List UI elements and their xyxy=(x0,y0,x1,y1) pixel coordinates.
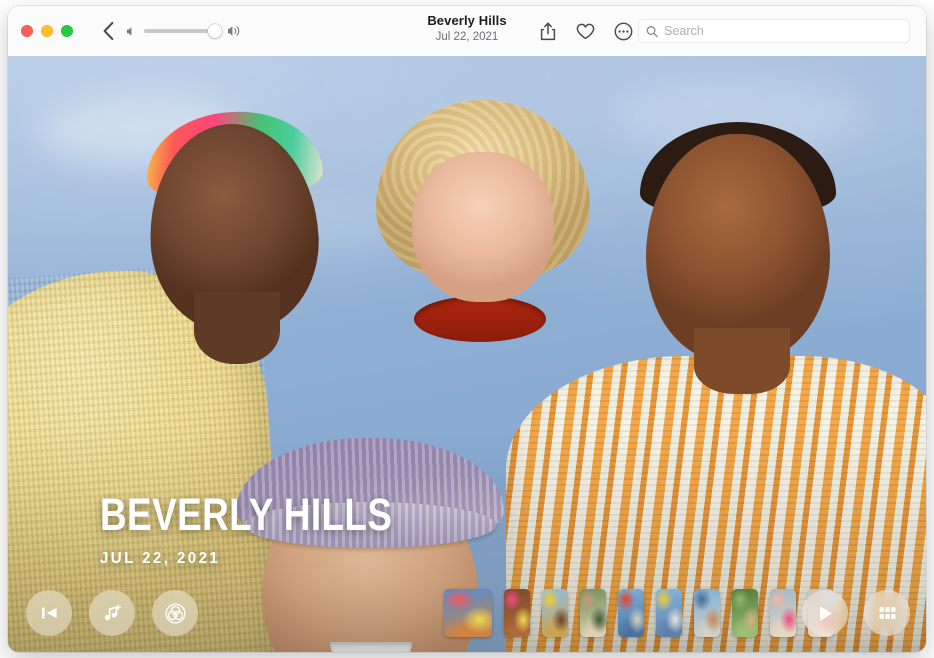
play-icon xyxy=(817,604,834,623)
add-music-button[interactable] xyxy=(89,590,135,636)
thumb-two-friends-yellow[interactable] xyxy=(656,589,682,637)
previous-button[interactable] xyxy=(26,590,72,636)
thumb-park-trees[interactable] xyxy=(732,589,758,637)
thumb-portrait-pink-hair[interactable] xyxy=(504,589,530,637)
heart-icon xyxy=(576,23,595,40)
thumb-selfie-pair[interactable] xyxy=(770,589,796,637)
filmstrip[interactable] xyxy=(444,589,834,637)
thumb-raised-arm-sky[interactable] xyxy=(542,589,568,637)
volume-track[interactable] xyxy=(144,29,220,33)
thumb-skateboarder[interactable] xyxy=(694,589,720,637)
skip-back-icon xyxy=(40,605,59,621)
search-input[interactable] xyxy=(664,24,902,38)
search-icon xyxy=(646,25,658,38)
memory-date: JUL 22, 2021 xyxy=(100,550,435,568)
ellipsis-circle-icon xyxy=(614,22,633,41)
more-button[interactable] xyxy=(612,20,635,43)
memory-photo[interactable]: BEVERLY HILLS JUL 22, 2021 xyxy=(8,56,926,652)
speaker-low-icon xyxy=(126,26,137,37)
chevron-left-icon xyxy=(103,22,114,40)
memory-title-overlay: BEVERLY HILLS JUL 22, 2021 xyxy=(100,491,457,568)
thumb-red-ladder[interactable] xyxy=(618,589,644,637)
share-icon xyxy=(540,22,556,41)
favorite-button[interactable] xyxy=(574,20,597,43)
photos-window: Beverly Hills Jul 22, 2021 xyxy=(8,6,926,652)
volume-knob[interactable] xyxy=(208,24,222,38)
traffic-lights xyxy=(21,25,73,37)
back-button[interactable] xyxy=(96,20,120,42)
toolbar-actions xyxy=(536,20,635,43)
volume-slider[interactable] xyxy=(126,22,244,40)
speaker-high-icon xyxy=(227,25,242,37)
minimize-button[interactable] xyxy=(41,25,53,37)
thumb-group-selfie[interactable] xyxy=(444,589,492,637)
grid-icon xyxy=(878,605,897,621)
search-field[interactable] xyxy=(638,19,910,43)
grid-button[interactable] xyxy=(864,590,910,636)
music-note-add-icon xyxy=(102,603,122,623)
zoom-button[interactable] xyxy=(61,25,73,37)
color-filters-icon xyxy=(165,603,186,624)
memory-title: BEVERLY HILLS xyxy=(100,491,392,539)
thumb-portrait-green-top[interactable] xyxy=(580,589,606,637)
filters-button[interactable] xyxy=(152,590,198,636)
play-button[interactable] xyxy=(802,590,848,636)
share-button[interactable] xyxy=(536,20,559,43)
window-toolbar: Beverly Hills Jul 22, 2021 xyxy=(8,6,926,57)
close-button[interactable] xyxy=(21,25,33,37)
